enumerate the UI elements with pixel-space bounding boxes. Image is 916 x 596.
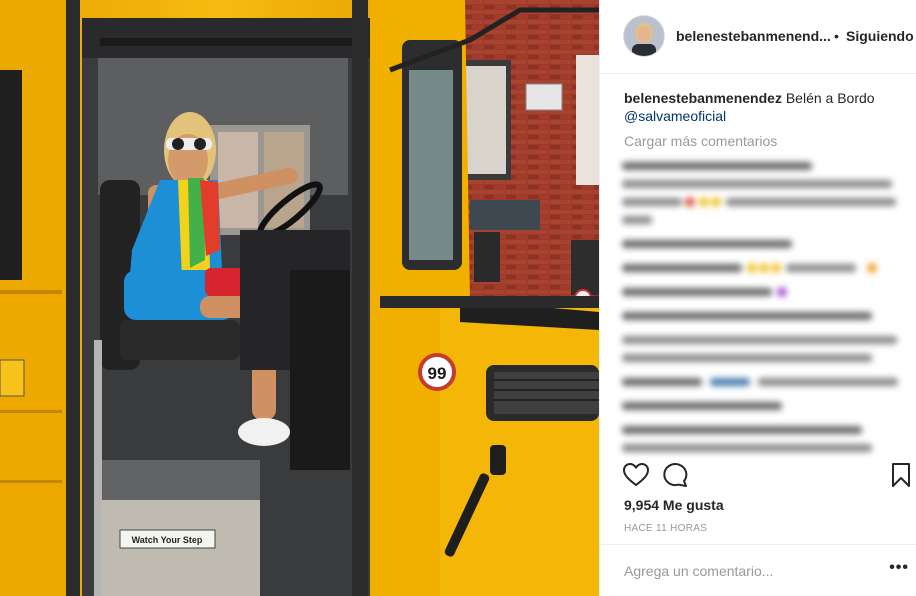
bus-number: 99 xyxy=(428,364,447,383)
post-username[interactable]: belenestebanmenend... xyxy=(676,28,831,44)
load-more-comments-link[interactable]: Cargar más comentarios xyxy=(624,133,777,149)
comment-input[interactable]: Agrega un comentario... xyxy=(624,563,773,579)
more-options-icon[interactable]: ••• xyxy=(889,559,909,577)
post-photo[interactable]: Watch Your Step 99 xyxy=(0,0,599,596)
comment-icon[interactable] xyxy=(662,462,690,493)
likes-count[interactable]: 9,954 Me gusta xyxy=(624,497,724,513)
post-timestamp[interactable]: HACE 11 HORAS xyxy=(624,523,707,534)
post-caption: belenestebanmenendez Belén a Bordo @salv… xyxy=(624,89,904,125)
action-bar xyxy=(600,462,916,492)
post-header: belenestebanmenend... • Siguiendo xyxy=(600,0,916,74)
school-bus-photo: Watch Your Step 99 xyxy=(0,0,599,596)
avatar[interactable] xyxy=(624,16,664,56)
caption-mention[interactable]: @salvameoficial xyxy=(624,108,726,124)
follow-separator: • xyxy=(834,28,839,44)
step-sign-text: Watch Your Step xyxy=(132,535,203,545)
blurred-comment-lines xyxy=(622,162,898,452)
comment-form: Agrega un comentario... ••• xyxy=(600,544,916,596)
following-button[interactable]: Siguiendo xyxy=(846,28,914,44)
bookmark-icon[interactable] xyxy=(890,462,912,493)
post-panel: belenestebanmenend... • Siguiendo belene… xyxy=(599,0,916,596)
blurred-comments xyxy=(610,150,915,462)
caption-username[interactable]: belenestebanmenendez xyxy=(624,90,782,106)
heart-icon[interactable] xyxy=(622,462,650,493)
caption-text: Belén a Bordo xyxy=(785,90,875,106)
avatar-image xyxy=(624,16,664,56)
